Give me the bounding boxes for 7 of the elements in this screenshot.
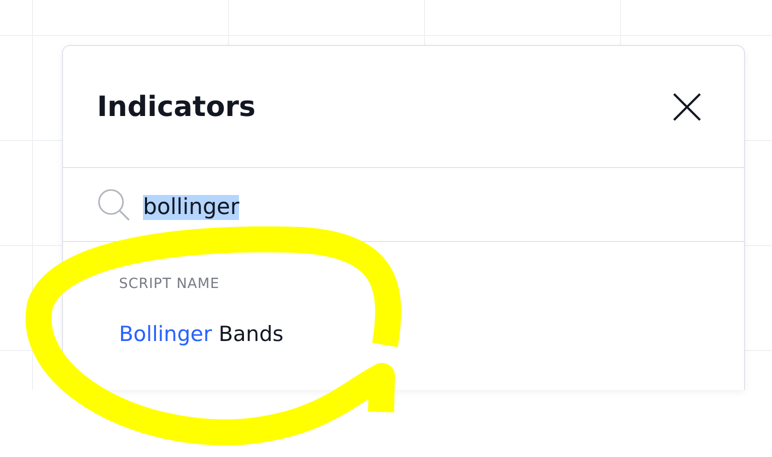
section-heading: SCRIPT NAME bbox=[119, 276, 220, 292]
close-icon bbox=[672, 92, 702, 122]
result-item[interactable]: Bollinger Bands bbox=[119, 322, 284, 346]
search-field[interactable]: bollinger bbox=[63, 168, 744, 242]
close-button[interactable] bbox=[672, 92, 702, 122]
search-icon bbox=[97, 188, 131, 222]
dialog-title: Indicators bbox=[97, 90, 256, 123]
